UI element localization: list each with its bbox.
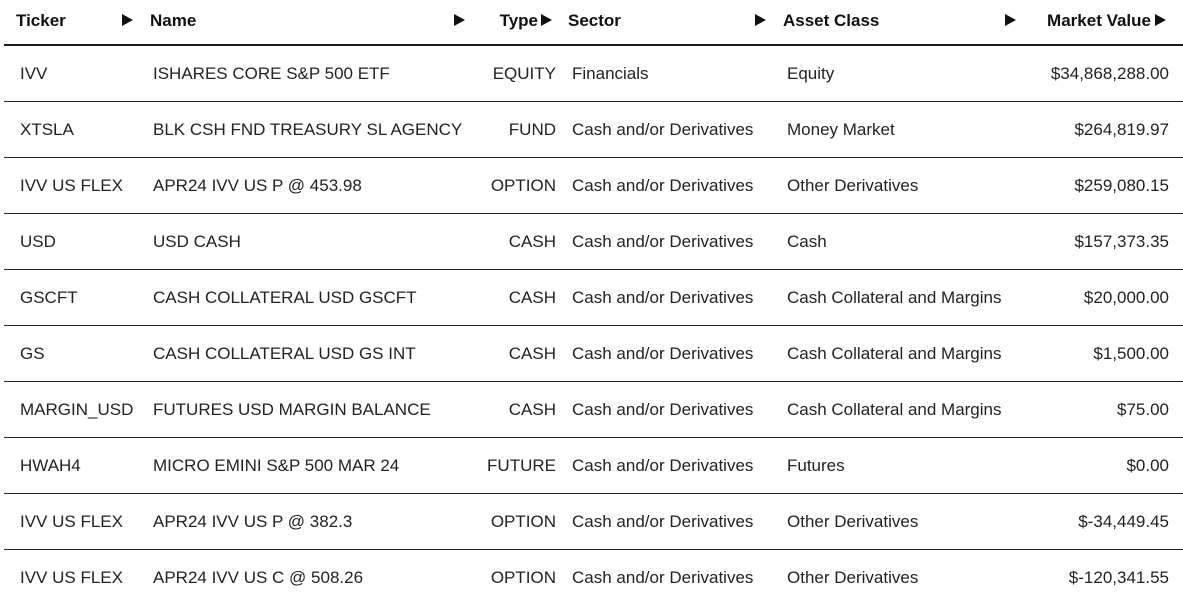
cell-name: ISHARES CORE S&P 500 ETF [153, 64, 390, 83]
cell-sector: Cash and/or Derivatives [572, 456, 754, 475]
sort-asset-class-icon[interactable] [1005, 14, 1016, 26]
table-row: IVV US FLEX APR24 IVV US P @ 453.98 OPTION… [4, 158, 1183, 214]
cell-type: CASH [508, 344, 556, 363]
cell-market-value: $1,500.00 [1093, 344, 1169, 363]
cell-asset-class: Other Derivatives [787, 512, 919, 531]
cell-sector: Cash and/or Derivatives [572, 400, 754, 419]
cell-ticker: USD [20, 232, 56, 251]
sort-sector-icon[interactable] [755, 14, 766, 26]
cell-market-value: $-34,449.45 [1078, 512, 1169, 531]
cell-name: CASH COLLATERAL USD GSCFT [153, 288, 417, 307]
table-row: IVV US FLEX APR24 IVV US C @ 508.26 OPTION… [4, 550, 1183, 605]
table-row: GS CASH COLLATERAL USD GS INT CASH Cash and… [4, 326, 1183, 382]
holdings-table: Ticker Name Type Sector Asset Class Mark… [4, 0, 1183, 605]
cell-type: CASH [508, 288, 556, 307]
cell-ticker: IVV US FLEX [20, 176, 123, 195]
cell-sector: Cash and/or Derivatives [572, 512, 754, 531]
cell-ticker: GS [20, 344, 45, 363]
cell-ticker: HWAH4 [20, 456, 81, 475]
cell-market-value: $259,080.15 [1074, 176, 1169, 195]
cell-name: APR24 IVV US P @ 382.3 [153, 512, 353, 531]
cell-asset-class: Equity [787, 64, 835, 83]
cell-type: OPTION [490, 568, 556, 587]
table-row: HWAH4 MICRO EMINI S&P 500 MAR 24 FUTURE Cas… [4, 438, 1183, 494]
table-row: GSCFT CASH COLLATERAL USD GSCFT CASH Cash a… [4, 270, 1183, 326]
cell-type: CASH [508, 400, 556, 419]
cell-market-value: $75.00 [1117, 400, 1169, 419]
cell-sector: Cash and/or Derivatives [572, 232, 754, 251]
cell-ticker: GSCFT [20, 288, 78, 307]
cell-name: MICRO EMINI S&P 500 MAR 24 [153, 456, 400, 475]
column-header-type[interactable]: Type [500, 11, 538, 31]
table-row: IVV ISHARES CORE S&P 500 ETF EQUITY Financi… [4, 46, 1183, 102]
cell-name: FUTURES USD MARGIN BALANCE [153, 400, 431, 419]
cell-sector: Cash and/or Derivatives [572, 176, 754, 195]
cell-market-value: $0.00 [1126, 456, 1169, 475]
cell-asset-class: Cash [787, 232, 827, 251]
cell-sector: Cash and/or Derivatives [572, 568, 754, 587]
cell-ticker: IVV US FLEX [20, 568, 123, 587]
cell-name: BLK CSH FND TREASURY SL AGENCY [153, 120, 463, 139]
cell-name: APR24 IVV US C @ 508.26 [153, 568, 364, 587]
cell-ticker: IVV US FLEX [20, 512, 123, 531]
cell-asset-class: Cash Collateral and Margins [787, 344, 1002, 363]
cell-ticker: MARGIN_USD [20, 400, 134, 419]
cell-type: OPTION [490, 176, 556, 195]
cell-type: CASH [508, 232, 556, 251]
column-header-market-value[interactable]: Market Value [1047, 11, 1151, 31]
cell-sector: Cash and/or Derivatives [572, 120, 754, 139]
cell-asset-class: Other Derivatives [787, 176, 919, 195]
cell-market-value: $264,819.97 [1074, 120, 1169, 139]
table-row: USD USD CASH CASH Cash and/or Derivatives Ca… [4, 214, 1183, 270]
sort-ticker-icon[interactable] [122, 14, 133, 26]
cell-sector: Cash and/or Derivatives [572, 288, 754, 307]
cell-name: APR24 IVV US P @ 453.98 [153, 176, 362, 195]
sort-market-value-icon[interactable] [1155, 14, 1166, 26]
cell-ticker: XTSLA [20, 120, 74, 139]
cell-asset-class: Futures [787, 456, 845, 475]
table-row: MARGIN_USD FUTURES USD MARGIN BALANCE CASH… [4, 382, 1183, 438]
cell-sector: Cash and/or Derivatives [572, 344, 754, 363]
cell-sector: Financials [572, 64, 649, 83]
column-header-ticker[interactable]: Ticker [16, 11, 66, 31]
cell-name: CASH COLLATERAL USD GS INT [153, 344, 416, 363]
table-body: IVV ISHARES CORE S&P 500 ETF EQUITY Financi… [4, 46, 1183, 605]
column-header-name[interactable]: Name [150, 11, 196, 31]
cell-asset-class: Money Market [787, 120, 895, 139]
table-row: IVV US FLEX APR24 IVV US P @ 382.3 OPTION C… [4, 494, 1183, 550]
cell-ticker: IVV [20, 64, 48, 83]
sort-name-icon[interactable] [454, 14, 465, 26]
cell-market-value: $20,000.00 [1083, 288, 1169, 307]
column-header-sector[interactable]: Sector [568, 11, 621, 31]
cell-market-value: $34,868,288.00 [1050, 64, 1169, 83]
table-header: Ticker Name Type Sector Asset Class Mark… [4, 0, 1183, 46]
cell-type: FUND [508, 120, 556, 139]
cell-asset-class: Cash Collateral and Margins [787, 400, 1002, 419]
cell-asset-class: Other Derivatives [787, 568, 919, 587]
cell-asset-class: Cash Collateral and Margins [787, 288, 1002, 307]
cell-name: USD CASH [153, 232, 241, 251]
cell-market-value: $157,373.35 [1074, 232, 1169, 251]
cell-type: FUTURE [487, 456, 556, 475]
table-row: XTSLA BLK CSH FND TREASURY SL AGENCY FUND C… [4, 102, 1183, 158]
sort-type-icon[interactable] [541, 14, 552, 26]
cell-market-value: $-120,341.55 [1068, 568, 1169, 587]
column-header-asset-class[interactable]: Asset Class [783, 11, 879, 31]
cell-type: OPTION [490, 512, 556, 531]
cell-type: EQUITY [492, 64, 556, 83]
